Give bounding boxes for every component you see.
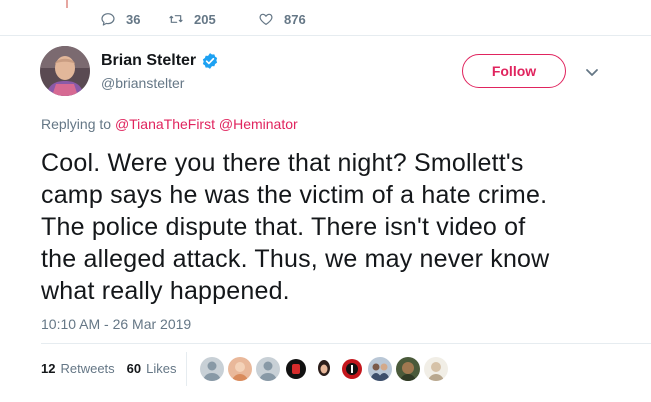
tweet-text: Cool. Were you there that night? Smollet…: [41, 147, 636, 307]
like-count: 876: [284, 11, 306, 27]
tweet-line: Cool. Were you there that night? Smollet…: [41, 149, 524, 177]
tweet-timestamp[interactable]: 10:10 AM - 26 Mar 2019: [41, 316, 191, 332]
liker-avatar[interactable]: [339, 356, 365, 382]
divider: [0, 35, 651, 36]
reply-count: 36: [126, 11, 141, 27]
tweet-line: the alleged attack. Thus, we may never k…: [41, 245, 550, 273]
reply-icon: [101, 13, 115, 26]
author-name-row[interactable]: Brian Stelter: [101, 52, 219, 70]
default-avatar-icon: [256, 357, 280, 381]
retweets-stat[interactable]: 12 Retweets: [41, 361, 115, 376]
avatar-photo-icon: [40, 46, 90, 96]
retweets-label: Retweets: [60, 361, 115, 376]
retweet-count: 205: [194, 11, 216, 27]
avatar-photo-icon: [228, 357, 252, 381]
mention-link[interactable]: @TianaTheFirst: [115, 116, 215, 132]
avatar-photo-icon: [312, 357, 336, 381]
stats-separator: [186, 352, 187, 386]
liker-avatar[interactable]: [367, 356, 393, 382]
heart-icon: [259, 13, 273, 25]
verified-badge-icon: [203, 53, 218, 69]
retweets-count: 12: [41, 361, 56, 376]
divider: [41, 343, 651, 344]
author-handle[interactable]: @brianstelter: [101, 75, 219, 91]
liker-avatar[interactable]: [311, 356, 337, 382]
fist-logo-icon: [284, 357, 308, 381]
liker-avatar[interactable]: [423, 356, 449, 382]
tweet-line: camp says he was the victim of a hate cr…: [41, 181, 548, 209]
liker-avatar[interactable]: [283, 356, 309, 382]
follow-button[interactable]: Follow: [462, 54, 566, 88]
likes-count: 60: [126, 361, 142, 376]
default-avatar-icon: [200, 357, 224, 381]
tweet-line: The police dispute that. There isn't vid…: [41, 213, 526, 241]
avatar-photo-icon: [396, 357, 420, 381]
thread-connector-line: [66, 0, 68, 8]
likes-stat[interactable]: 60 Likes: [127, 361, 177, 376]
author-name: Brian Stelter: [101, 52, 197, 69]
liker-avatar[interactable]: [395, 356, 421, 382]
badge-logo-icon: [340, 357, 364, 381]
tweet-stats: 12 Retweets 60 Likes: [41, 361, 177, 376]
liker-avatar[interactable]: [199, 356, 225, 382]
tweet-line: what really happened.: [41, 277, 290, 305]
liker-avatar[interactable]: [227, 356, 253, 382]
chevron-down-icon[interactable]: [584, 64, 600, 80]
likes-label: Likes: [146, 361, 177, 376]
retweet-action[interactable]: 205: [168, 11, 258, 27]
avatar-photo-icon: [368, 357, 392, 381]
likers-avatar-list: [199, 356, 451, 382]
author-block: Brian Stelter @brianstelter: [101, 52, 219, 91]
mention-link[interactable]: @Heminator: [219, 116, 298, 132]
avatar[interactable]: [40, 46, 90, 96]
avatar-photo-icon: [424, 357, 448, 381]
previous-tweet-actions: 36 205 876: [100, 9, 306, 29]
replying-prefix: Replying to: [41, 116, 112, 132]
retweet-icon: [169, 15, 183, 23]
like-action[interactable]: 876: [258, 11, 306, 27]
replying-to: Replying to @TianaTheFirst @Heminator: [41, 116, 298, 132]
liker-avatar[interactable]: [255, 356, 281, 382]
reply-action[interactable]: 36: [100, 11, 168, 27]
